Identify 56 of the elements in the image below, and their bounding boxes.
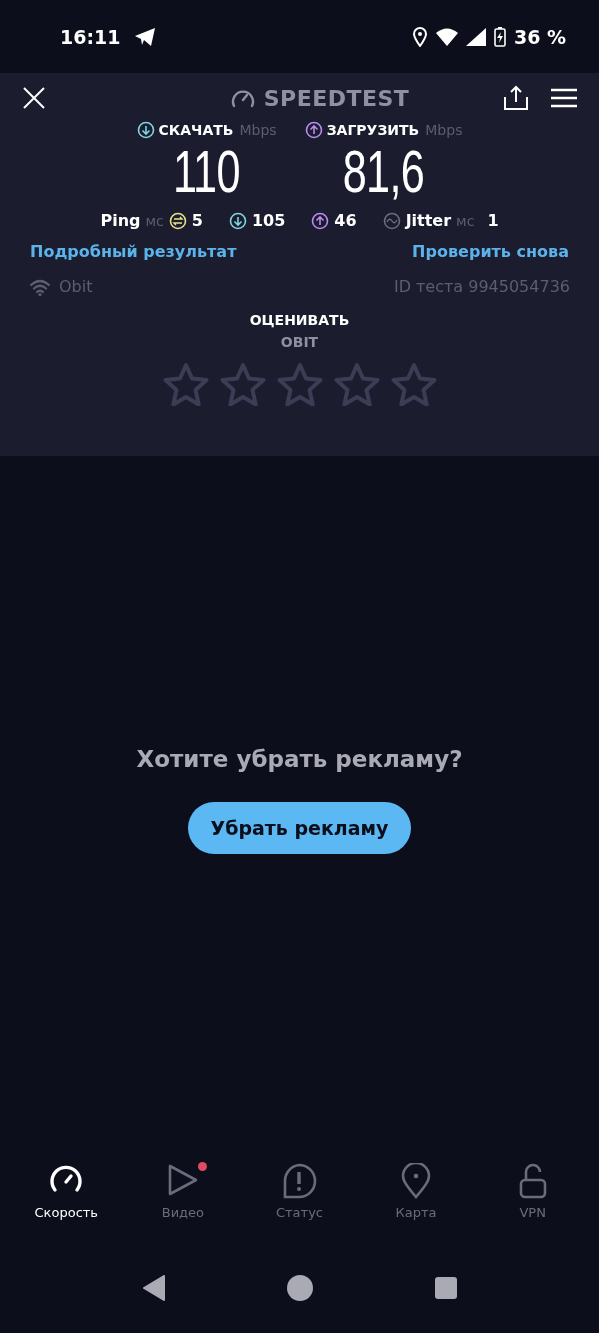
ping-value: 105 — [251, 211, 286, 230]
share-button[interactable] — [503, 85, 529, 111]
close-button[interactable] — [22, 86, 46, 110]
upload-icon — [311, 211, 330, 230]
home-button[interactable] — [285, 1274, 314, 1302]
retest-link[interactable]: Проверить снова — [412, 242, 569, 261]
battery-percent: 36 % — [513, 25, 566, 48]
result-label: СКАЧАТЬ — [158, 122, 234, 138]
jitter-label: Jitter — [405, 211, 452, 230]
ad-question: Хотите убрать рекламу? — [136, 745, 463, 772]
ping-label: Ping — [100, 211, 141, 230]
provider-name: Obit — [59, 277, 93, 296]
gauge-icon — [229, 87, 256, 109]
unit-label: мс — [456, 212, 475, 229]
unit-label: Mbps — [425, 122, 463, 138]
jitter-icon — [382, 211, 401, 230]
back-button[interactable] — [141, 1275, 166, 1301]
location-icon — [411, 26, 428, 47]
rating-title: ОЦЕНИВАТЬ — [249, 312, 350, 328]
clock: 16:11 — [60, 25, 121, 48]
wifi-icon — [29, 277, 51, 296]
nav-tab[interactable]: Скорость — [11, 1163, 122, 1255]
paper-plane-icon — [134, 26, 157, 47]
alert-icon — [281, 1163, 318, 1199]
download-icon — [228, 211, 247, 230]
jitter-value: 1 — [487, 211, 499, 230]
details-link[interactable]: Подробный результат — [30, 242, 237, 261]
recents-button[interactable] — [433, 1276, 458, 1300]
nav-tab[interactable]: Статус — [244, 1163, 355, 1255]
star-icon[interactable] — [276, 362, 323, 406]
nav-tab[interactable]: VPN — [477, 1163, 588, 1255]
wifi-icon — [435, 27, 458, 46]
battery-icon — [493, 26, 506, 47]
app-title: SPEEDTEST — [263, 85, 410, 111]
star-icon[interactable] — [333, 362, 380, 406]
test-id: ID теста 9945054736 — [393, 277, 570, 296]
ping-value: 46 — [334, 211, 357, 230]
download-icon — [136, 121, 155, 139]
unit-label: Mbps — [239, 122, 277, 138]
star-icon[interactable] — [162, 362, 209, 406]
speed-value: 110 — [173, 139, 240, 205]
nav-tab[interactable]: Видео — [127, 1163, 238, 1255]
signal-icon — [465, 27, 486, 46]
remove-ads-button[interactable]: Убрать рекламу — [188, 801, 411, 854]
speed-value: 81,6 — [342, 139, 425, 205]
upload-icon — [304, 121, 323, 139]
ping-icon — [168, 211, 187, 230]
nav-tab[interactable]: Карта — [361, 1163, 472, 1255]
star-icon[interactable] — [219, 362, 266, 406]
result-label: ЗАГРУЗИТЬ — [326, 122, 420, 138]
ping-value: 5 — [191, 211, 203, 230]
rating-subtitle: OBIT — [280, 334, 319, 350]
menu-button[interactable] — [551, 88, 577, 108]
star-icon[interactable] — [390, 362, 437, 406]
star-rating[interactable] — [162, 362, 437, 406]
unit-label: мс — [145, 212, 164, 229]
